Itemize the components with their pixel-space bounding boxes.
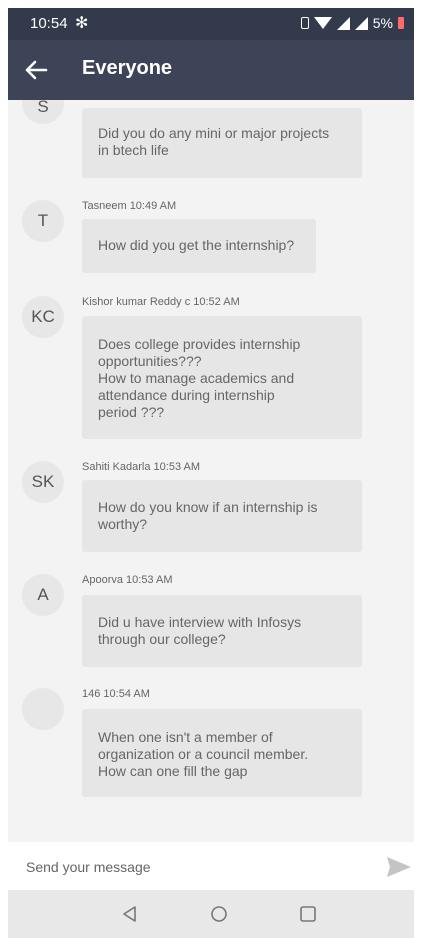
nav-recents-icon[interactable] [297,903,319,925]
avatar: S [22,100,64,124]
message-bubble: How did you get the internship? [82,219,316,273]
nav-home-icon[interactable] [208,903,230,925]
avatar [22,688,64,730]
page-title: Everyone [82,57,173,79]
message-composer [8,842,414,890]
nav-back-icon[interactable] [119,903,141,925]
avatar: A [22,574,64,616]
message-bubble: When one isn't a member of organization … [82,709,362,797]
message-meta: 146 10:54 AM [82,688,150,700]
message-meta: Apoorva 10:53 AM [82,574,173,586]
app-bar: Everyone [8,40,414,100]
send-icon[interactable] [386,856,412,878]
message-meta: Kishor kumar Reddy c 10:52 AM [82,296,240,308]
message-bubble: Does college provides internship opportu… [82,316,362,439]
avatar: KC [22,296,64,338]
message-bubble: Did u have interview with Infosys throug… [82,595,362,667]
avatar-initials: T [37,211,49,230]
message-meta: Sahiti Kadarla 10:53 AM [82,461,201,473]
wifi-icon [313,17,332,29]
avatar-initials: A [37,585,49,604]
status-bar: 10:54 ✻ 5% [8,8,414,40]
avatar: SK [22,461,64,503]
avatar-initials: S [37,100,49,116]
message-input[interactable] [24,854,358,880]
signal-icon [336,16,350,30]
status-icons: 5% [300,15,404,31]
signal-icon-2 [354,16,368,30]
message-list[interactable]: S Did you do any mini or major projects … [8,100,414,840]
avatar: T [22,200,64,242]
fan-icon: ✻ [75,15,89,32]
phone-screen: 10:54 ✻ 5% Everyone S Did you do any min… [8,8,414,938]
arrow-left-icon[interactable] [20,54,52,86]
message-bubble: How do you know if an internship is wort… [82,480,362,552]
vibrate-icon [300,17,309,29]
status-time: 10:54 [30,15,68,32]
battery-icon [398,17,404,29]
battery-percent: 5% [372,15,393,31]
avatar-initials: SK [31,472,55,491]
message-bubble: Did you do any mini or major projects in… [82,108,362,178]
avatar-initials: KC [31,307,55,326]
system-nav-bar [8,890,414,938]
message-meta: Tasneem 10:49 AM [82,200,177,212]
